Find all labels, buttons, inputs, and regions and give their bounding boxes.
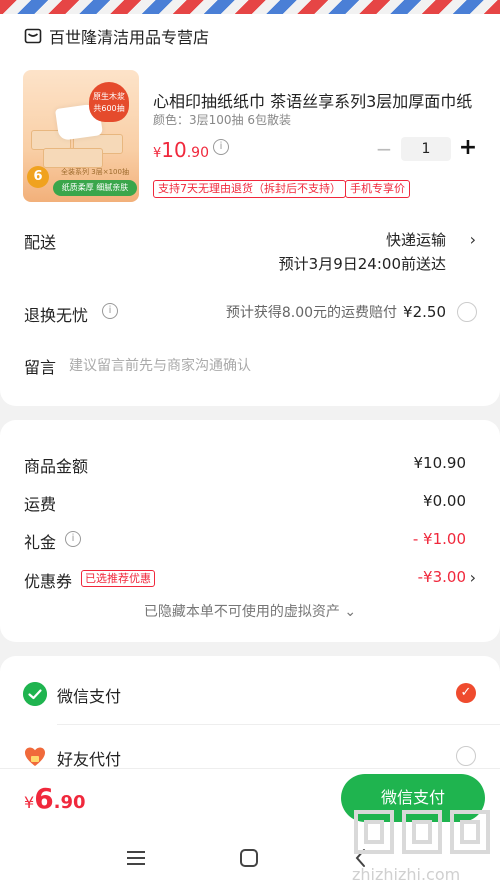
gift-info-icon[interactable]: i bbox=[65, 531, 81, 547]
delivery-label: 配送 bbox=[24, 233, 57, 252]
message-label: 留言 bbox=[24, 358, 57, 377]
friend-pay-radio[interactable] bbox=[456, 746, 476, 766]
quantity-increase-button[interactable]: + bbox=[457, 135, 479, 161]
menu-icon[interactable] bbox=[125, 845, 147, 871]
price-info-icon[interactable]: i bbox=[213, 139, 229, 155]
image-slogan: 纸质柔厚 细腻亲肤 bbox=[53, 180, 137, 196]
goods-amount-value: ¥10.90 bbox=[413, 454, 467, 472]
quantity-decrease-button[interactable]: − bbox=[375, 138, 393, 160]
coupon-label: 优惠券 bbox=[24, 572, 73, 591]
friend-pay-icon bbox=[25, 747, 45, 766]
freight-value: ¥0.00 bbox=[423, 492, 466, 510]
return-info-icon[interactable]: i bbox=[102, 303, 118, 319]
chevron-right-icon[interactable]: › bbox=[470, 230, 476, 249]
goods-amount-label: 商品金额 bbox=[24, 457, 89, 476]
coupon-value[interactable]: -¥3.00 bbox=[418, 568, 466, 586]
shop-icon bbox=[24, 28, 42, 44]
return-compensation: 预计获得8.00元的运费赔付 ¥2.50 bbox=[225, 303, 446, 321]
wechat-pay-icon bbox=[23, 682, 47, 706]
chevron-right-icon[interactable]: › bbox=[470, 568, 476, 587]
pack-count-badge: 6 bbox=[27, 166, 49, 188]
return-insurance-price: ¥2.50 bbox=[403, 303, 446, 321]
gift-label: 礼金 bbox=[24, 533, 57, 552]
return-label: 退换无忧 bbox=[24, 306, 89, 325]
product-thumbnail[interactable]: 原生木浆 共600抽 6 全装系列 3层×100抽 纸质柔厚 细腻亲肤 bbox=[23, 70, 139, 202]
freight-label: 运费 bbox=[24, 495, 57, 514]
wechat-pay-radio-checked[interactable]: ✓ bbox=[456, 683, 476, 703]
message-input[interactable]: 建议留言前先与商家沟通确认 bbox=[69, 355, 251, 375]
wechat-pay-label[interactable]: 微信支付 bbox=[57, 683, 121, 707]
tissue-pack-graphic bbox=[43, 148, 103, 168]
product-spec[interactable]: 颜色：3层100抽 6包散装 bbox=[153, 111, 291, 128]
shop-name: 百世隆清洁用品专营店 bbox=[49, 28, 210, 47]
product-price: ¥ 10 .90 bbox=[153, 138, 209, 162]
friend-pay-label[interactable]: 好友代付 bbox=[57, 746, 121, 770]
product-title[interactable]: 心相印抽纸纸巾 茶语丝享系列3层加厚面巾纸 bbox=[153, 88, 483, 112]
home-icon[interactable] bbox=[238, 845, 260, 871]
hidden-assets-toggle[interactable]: 已隐藏本单不可使用的虚拟资产 ⌄ bbox=[0, 601, 500, 621]
quantity-input[interactable]: 1 bbox=[401, 137, 451, 161]
delivery-method[interactable]: 快递运输 bbox=[386, 229, 446, 250]
mobile-price-tag: 手机专享价 bbox=[345, 180, 410, 198]
total-price: ¥ 6 .90 bbox=[24, 782, 86, 815]
gift-value: - ¥1.00 bbox=[412, 530, 466, 548]
shop-header[interactable]: 百世隆清洁用品专营店 bbox=[24, 24, 209, 48]
site-watermark: zhizhizhi.com bbox=[352, 810, 490, 884]
image-spec-text: 全装系列 3层×100抽 bbox=[61, 168, 129, 176]
airmail-border-decoration bbox=[0, 0, 500, 14]
coupon-recommend-tag: 已选推荐优惠 bbox=[81, 570, 155, 587]
svg-text:zhizhizhi.com: zhizhizhi.com bbox=[352, 865, 460, 884]
return-insurance-radio[interactable] bbox=[457, 302, 477, 322]
delivery-eta: 预计3月9日24:00前送达 bbox=[278, 255, 446, 273]
return-policy-tag: 支持7天无理由退货（拆封后不支持） bbox=[153, 180, 346, 198]
promo-badge: 原生木浆 共600抽 bbox=[89, 82, 129, 122]
divider bbox=[57, 724, 500, 725]
